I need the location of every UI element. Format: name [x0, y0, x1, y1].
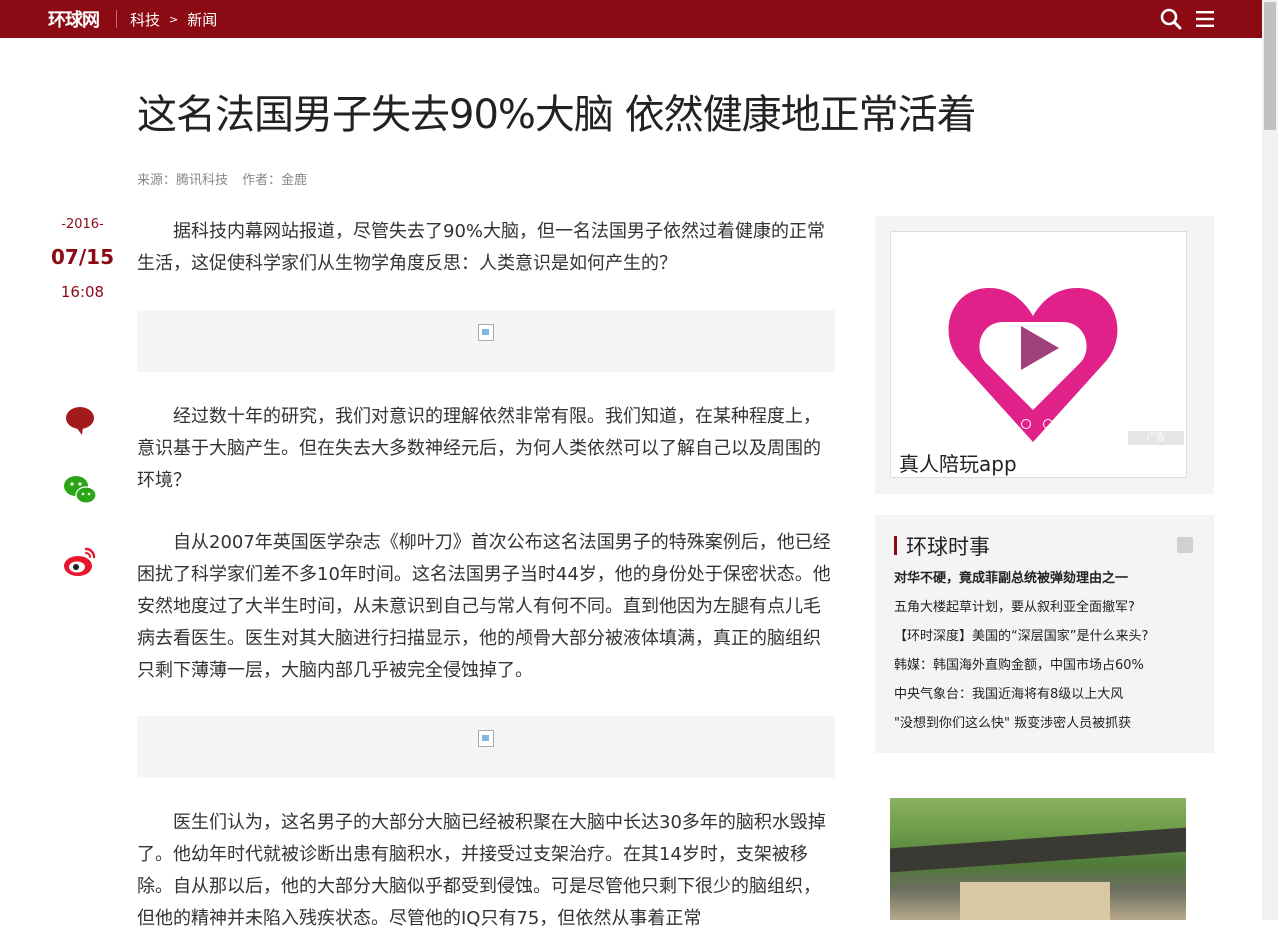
- breadcrumb-separator: >: [169, 13, 179, 26]
- photo-detail: [960, 882, 1110, 920]
- article-author: 作者：金鹿: [242, 173, 308, 188]
- article-paragraph: 据科技内幕网站报道，尽管失去了90%大脑，但一名法国男子依然过着健康的正常生活，…: [137, 221, 826, 274]
- news-item[interactable]: 中央气象台：我国近海将有8级以上大风: [894, 685, 1148, 714]
- carousel-dots[interactable]: [1021, 419, 1053, 429]
- publish-year: -2016-: [61, 217, 104, 232]
- page-scrollbar[interactable]: [1262, 0, 1278, 920]
- search-icon[interactable]: [1160, 8, 1182, 30]
- more-icon[interactable]: [1177, 537, 1193, 553]
- breadcrumb-item-news[interactable]: 新闻: [187, 9, 217, 30]
- article-image-placeholder: [137, 310, 835, 372]
- article-paragraph: 医生们认为，这名男子的大部分大脑已经被积聚在大脑中长达30多年的脑积水毁掉了。他…: [137, 812, 826, 929]
- news-panel-title: 环球时事: [906, 535, 990, 559]
- ad-caption[interactable]: 真人陪玩app: [899, 448, 1017, 477]
- article-image-placeholder: [137, 716, 835, 778]
- breadcrumb-item-tech[interactable]: 科技: [130, 9, 160, 30]
- wechat-icon[interactable]: [62, 472, 98, 508]
- news-item[interactable]: "没想到你们这么快" 叛变涉密人员被抓获: [894, 714, 1148, 743]
- divider: [116, 10, 117, 28]
- weibo-icon[interactable]: [62, 543, 98, 579]
- section-marker: [894, 536, 897, 555]
- scrollbar-thumb[interactable]: [1264, 2, 1276, 130]
- carousel-dot[interactable]: [1021, 419, 1031, 429]
- menu-icon[interactable]: [1195, 9, 1215, 29]
- news-item[interactable]: 对华不硬，竟成菲副总统被弹劾理由之一: [894, 569, 1148, 598]
- news-item[interactable]: 韩媒：韩国海外直购金额，中国市场占60%: [894, 656, 1148, 685]
- article-meta: 来源：腾讯科技 作者：金鹿: [137, 169, 317, 188]
- broken-image-icon: [478, 730, 494, 747]
- top-navigation-bar: 环球网 科技 > 新闻: [0, 0, 1262, 38]
- carousel-dot[interactable]: [1043, 419, 1053, 429]
- article-paragraph: 经过数十年的研究，我们对意识的理解依然非常有限。我们知道，在某种程度上，意识基于…: [137, 406, 821, 491]
- photo-thumbnail[interactable]: [890, 798, 1186, 920]
- site-logo[interactable]: 环球网: [48, 6, 100, 32]
- ad-banner[interactable]: 广告 真人陪玩app: [890, 231, 1187, 478]
- article-title: 这名法国男子失去90%大脑 依然健康地正常活着: [137, 92, 977, 138]
- publish-date: 07/15: [51, 245, 114, 269]
- news-list: 对华不硬，竟成菲副总统被弹劾理由之一 五角大楼起草计划，要从叙利亚全面撤军? 【…: [894, 569, 1148, 743]
- photo-detail: [890, 827, 1186, 873]
- breadcrumb: 科技 > 新闻: [130, 9, 217, 30]
- comment-icon[interactable]: [62, 402, 98, 438]
- article-source: 来源：腾讯科技: [137, 173, 229, 188]
- news-panel: 环球时事 对华不硬，竟成菲副总统被弹劾理由之一 五角大楼起草计划，要从叙利亚全面…: [875, 515, 1214, 753]
- publish-time: 16:08: [60, 283, 105, 301]
- news-item[interactable]: 【环时深度】美国的“深层国家”是什么来头?: [894, 627, 1148, 656]
- news-item[interactable]: 五角大楼起草计划，要从叙利亚全面撤军?: [894, 598, 1148, 627]
- broken-image-icon: [478, 324, 494, 341]
- article-paragraph: 自从2007年英国医学杂志《柳叶刀》首次公布这名法国男子的特殊案例后，他已经困扰…: [137, 532, 831, 681]
- ad-label: 广告: [1128, 431, 1184, 445]
